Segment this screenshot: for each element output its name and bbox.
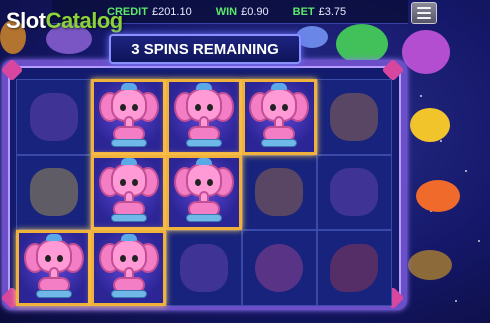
reel-cell bbox=[91, 79, 167, 155]
bet-value: £3.75 bbox=[318, 5, 347, 18]
lion-symbol bbox=[330, 92, 379, 141]
green-dinosaur-toy bbox=[336, 24, 388, 64]
dragon-symbol bbox=[29, 92, 78, 141]
reel-cell bbox=[241, 230, 317, 306]
reel-cell bbox=[316, 230, 392, 306]
dragon-symbol bbox=[179, 244, 228, 293]
reel-cell bbox=[166, 79, 242, 155]
reel-grid bbox=[16, 79, 392, 306]
star bbox=[478, 240, 480, 242]
win-label: WIN bbox=[215, 5, 238, 18]
reel-cell bbox=[316, 154, 392, 231]
credit-value: £201.10 bbox=[151, 5, 192, 18]
slotcatalog-watermark: SlotCatalog bbox=[6, 8, 123, 34]
star bbox=[455, 300, 457, 302]
pink-elephant-symbol bbox=[173, 82, 234, 148]
pink-elephant-symbol bbox=[98, 234, 159, 299]
reel-cell bbox=[241, 79, 317, 155]
game-stage: CREDIT £201.10 WIN £0.90 BET £3.75 SlotCata… bbox=[0, 0, 490, 323]
win-display: WIN £0.90 bbox=[216, 6, 283, 18]
hamburger-menu-icon bbox=[417, 12, 431, 14]
reel-cell bbox=[16, 154, 92, 231]
star bbox=[465, 170, 467, 172]
watermark-part2: Catalog bbox=[45, 8, 124, 33]
hamburger-menu-icon bbox=[417, 17, 431, 19]
pink-elephant-symbol bbox=[173, 158, 234, 223]
pink-elephant-symbol bbox=[98, 82, 159, 148]
reel-cell bbox=[16, 79, 92, 155]
menu-button[interactable] bbox=[411, 2, 437, 24]
reel-cell bbox=[316, 79, 392, 155]
purple-dragon-toy bbox=[402, 30, 450, 74]
bet-display: BET £3.75 bbox=[293, 6, 361, 18]
reel-cell bbox=[91, 230, 167, 306]
bet-label: BET bbox=[292, 5, 315, 18]
pink-elephant-symbol bbox=[249, 82, 310, 148]
reel-cell bbox=[166, 154, 242, 231]
hamburger-menu-icon bbox=[417, 7, 431, 9]
spins-remaining-banner: 3 SPINS REMAINING bbox=[109, 34, 301, 64]
reel-cell bbox=[166, 230, 242, 306]
clownfish-toy bbox=[416, 180, 460, 212]
dragon-symbol bbox=[330, 168, 379, 217]
reel-cell bbox=[91, 154, 167, 231]
pink-elephant-symbol bbox=[23, 234, 84, 299]
star bbox=[440, 140, 442, 142]
rocket-toy bbox=[408, 250, 452, 280]
rocket-symbol bbox=[330, 244, 379, 293]
pink-elephant-symbol bbox=[98, 158, 159, 223]
reel-cell bbox=[241, 154, 317, 231]
win-value: £0.90 bbox=[241, 5, 269, 18]
star bbox=[420, 95, 422, 97]
yellow-duck-toy bbox=[410, 108, 450, 142]
reel-cell bbox=[16, 230, 92, 306]
lion-symbol bbox=[255, 168, 304, 217]
duck-symbol bbox=[29, 168, 78, 217]
watermark-part1: Slot bbox=[6, 8, 46, 33]
heart-symbol bbox=[255, 244, 304, 293]
